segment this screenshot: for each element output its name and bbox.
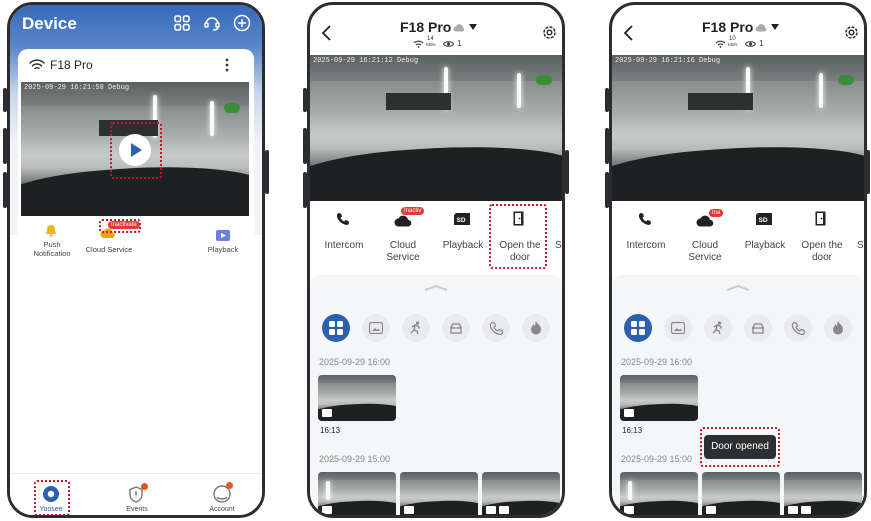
fire-icon — [833, 321, 843, 335]
door-icon — [815, 211, 826, 226]
car-icon — [752, 323, 764, 334]
stream-speed-unit: KB/s — [426, 42, 436, 47]
date-header: 2025-09-29 15:00 — [319, 454, 391, 464]
event-thumbnail[interactable] — [784, 472, 862, 515]
grid-icon — [329, 321, 343, 335]
event-thumbnail[interactable] — [318, 472, 396, 515]
dropdown-icon[interactable] — [771, 24, 779, 30]
live-video[interactable]: 2025-09-29 16:21:12 Debug — [310, 55, 562, 201]
eye-icon — [745, 41, 756, 47]
add-icon[interactable] — [233, 14, 251, 32]
car-icon — [450, 323, 462, 334]
highlight-box — [34, 480, 70, 515]
playback-button[interactable]: Playback — [740, 240, 790, 251]
phone-device-list: Device F18 Pro 2025-09-29 16:21:58 Debug… — [7, 2, 265, 518]
side-button — [565, 150, 569, 194]
wifi-icon — [715, 40, 726, 48]
image-icon — [369, 322, 383, 334]
image-icon — [671, 322, 685, 334]
open-door-button[interactable]: Open the door — [797, 240, 847, 264]
account-notification-dot — [226, 482, 233, 489]
cloud-icon — [394, 215, 412, 227]
fire-icon — [531, 321, 541, 335]
playback-icon — [216, 230, 230, 241]
svg-text:SD: SD — [457, 217, 466, 224]
tab-events[interactable]: Events — [116, 506, 158, 513]
cloud-status-icon — [453, 24, 465, 32]
cloud-status-badge: Ina — [709, 209, 724, 217]
highlight-box — [489, 204, 547, 269]
phone-door-opened: F18 Pro 10 KB/s 1 2025-09-29 16:21:16 De… — [609, 2, 867, 518]
wifi-icon — [29, 59, 45, 70]
highlight-box — [110, 122, 162, 179]
event-time: 16:13 — [320, 426, 341, 435]
back-icon[interactable] — [624, 25, 633, 41]
events-notification-dot — [141, 483, 148, 490]
more-options-icon[interactable] — [224, 58, 230, 72]
grid-icon[interactable] — [174, 15, 190, 31]
device-title[interactable]: F18 Pro — [702, 19, 753, 35]
wifi-icon — [413, 40, 424, 48]
highlight-box — [700, 427, 780, 467]
event-thumbnail[interactable] — [400, 472, 478, 515]
highlight-box — [99, 219, 141, 233]
date-header: 2025-09-29 15:00 — [621, 454, 693, 464]
back-icon[interactable] — [322, 25, 331, 41]
event-time: 16:13 — [622, 426, 643, 435]
stream-speed-unit: KB/s — [728, 42, 738, 47]
event-thumbnail[interactable] — [702, 472, 780, 515]
date-header: 2025-09-29 16:00 — [621, 357, 693, 367]
drag-handle-icon[interactable] — [424, 285, 448, 291]
preview-timestamp: 2025-09-29 16:21:58 Debug — [24, 84, 130, 92]
playback-button[interactable]: Playback — [438, 240, 488, 251]
intercom-button[interactable]: Intercom — [318, 240, 370, 251]
live-timestamp: 2025-09-29 16:21:12 Debug — [313, 57, 419, 65]
running-person-icon — [410, 321, 421, 335]
svg-text:SD: SD — [759, 217, 768, 224]
event-thumbnail[interactable] — [620, 375, 698, 421]
tab-account[interactable]: Account — [201, 506, 243, 513]
settings-icon[interactable] — [542, 25, 557, 40]
dropdown-icon[interactable] — [469, 24, 477, 30]
live-video[interactable]: 2025-09-29 16:21:16 Debug — [612, 55, 864, 201]
event-thumbnail[interactable] — [620, 472, 698, 515]
viewer-count: 1 — [457, 39, 462, 48]
live-timestamp: 2025-09-29 16:21:16 Debug — [615, 57, 721, 65]
page-title: Device — [22, 14, 77, 33]
cloud-service-button[interactable]: Cloud Service — [80, 245, 138, 254]
cloud-service-button[interactable]: Cloud Service — [680, 240, 730, 264]
bell-icon — [45, 225, 57, 237]
cloud-status-badge: Inactiv — [401, 207, 425, 215]
settings-icon[interactable] — [844, 25, 859, 40]
date-header: 2025-09-29 16:00 — [319, 357, 391, 367]
call-icon — [489, 321, 503, 335]
playback-button[interactable]: Playback — [198, 245, 248, 254]
eye-icon — [443, 41, 454, 47]
phone-icon — [336, 213, 349, 225]
call-icon — [791, 321, 805, 335]
drag-handle-icon[interactable] — [726, 285, 750, 291]
sd-icon: SD — [756, 213, 772, 225]
cloud-status-icon — [755, 24, 767, 32]
filter-more-partial[interactable] — [864, 314, 867, 342]
side-button — [265, 150, 269, 194]
device-name[interactable]: F18 Pro — [50, 58, 93, 72]
event-thumbnail[interactable] — [482, 472, 560, 515]
grid-icon — [631, 321, 645, 335]
speaker-button-partial[interactable]: Sp — [555, 240, 562, 251]
sd-icon: SD — [454, 213, 470, 225]
phone-live-view: F18 Pro 14 KB/s 1 2025-09-29 16:21:12 De… — [307, 2, 565, 518]
push-notification-button[interactable]: Push Notification — [24, 240, 80, 258]
cloud-service-button[interactable]: Cloud Service — [378, 240, 428, 264]
filter-more-partial[interactable] — [562, 314, 565, 342]
viewer-count: 1 — [759, 39, 764, 48]
running-person-icon — [712, 321, 723, 335]
phone-icon — [638, 213, 651, 225]
device-title[interactable]: F18 Pro — [400, 19, 451, 35]
event-thumbnail[interactable] — [318, 375, 396, 421]
support-icon[interactable] — [203, 14, 221, 32]
intercom-button[interactable]: Intercom — [620, 240, 672, 251]
speaker-button-partial[interactable]: Sp — [857, 240, 864, 251]
